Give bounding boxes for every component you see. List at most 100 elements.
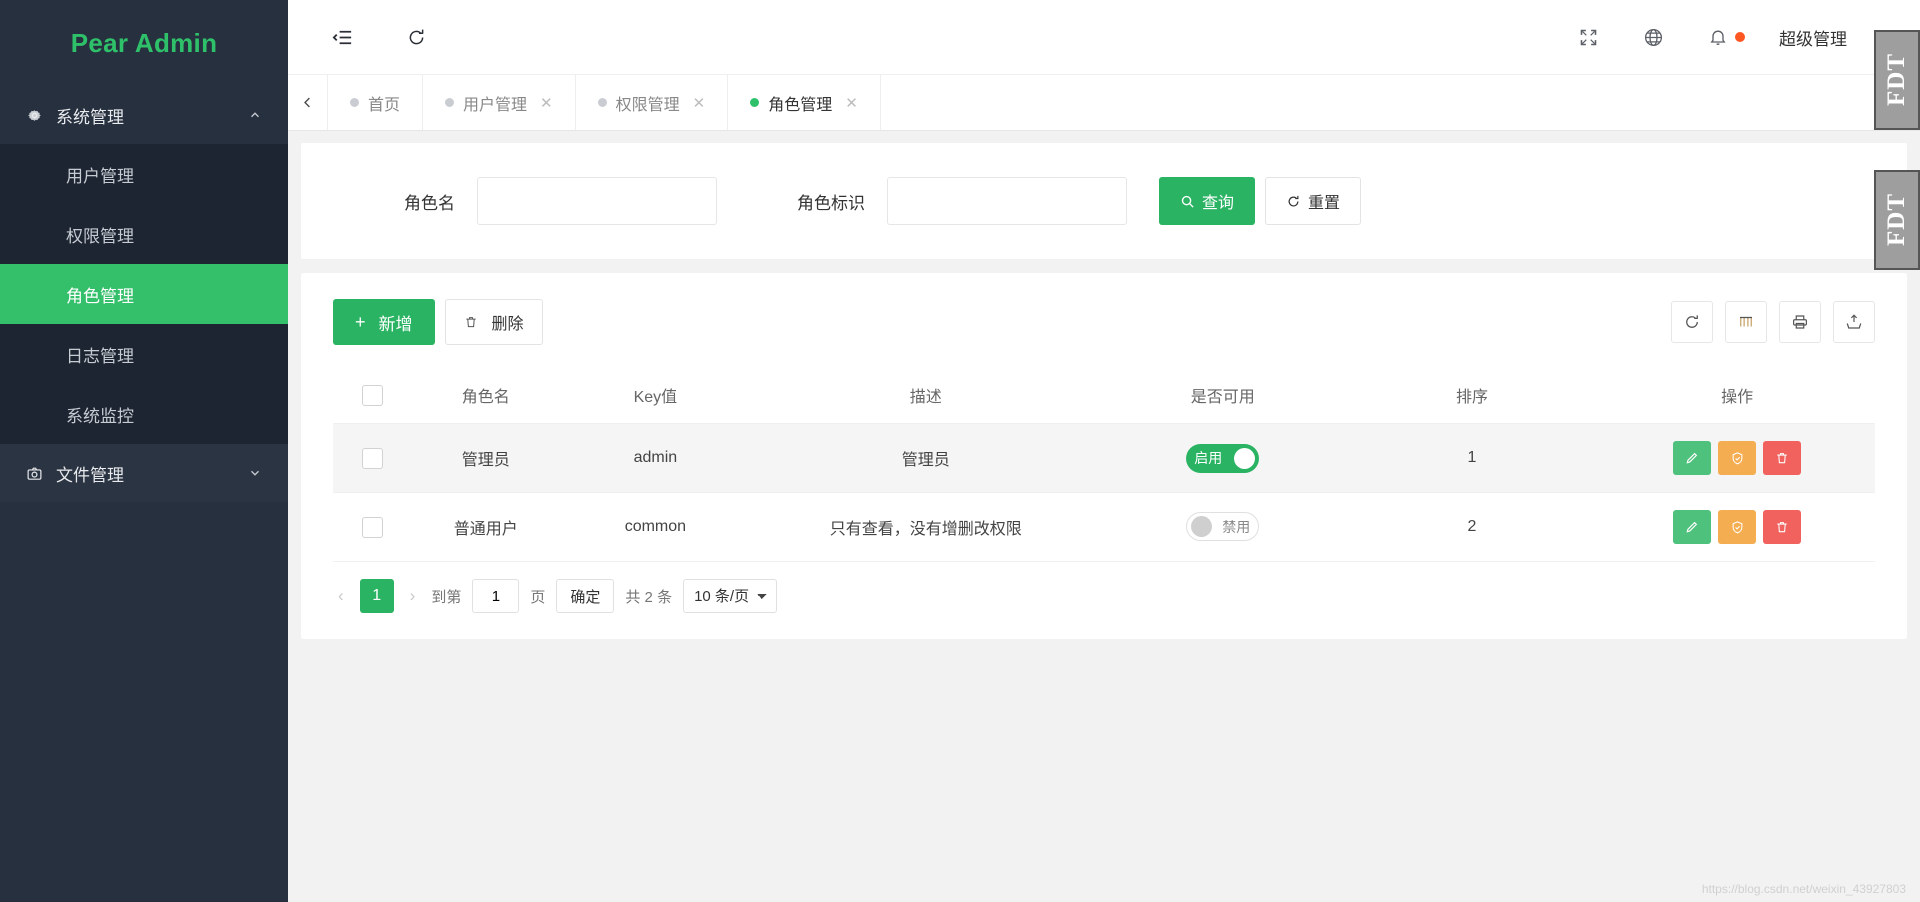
delete-button-label: 删除 <box>491 316 524 333</box>
menu-collapse-icon[interactable] <box>316 0 368 75</box>
plus-icon: + <box>355 311 366 332</box>
sidebar-item-role-management[interactable]: 角色管理 <box>0 264 288 324</box>
enable-toggle[interactable]: 禁用 <box>1186 512 1260 541</box>
total-count-label: 共 2 条 <box>625 588 673 606</box>
toggle-knob <box>1234 447 1256 469</box>
tab-close-icon[interactable]: ✕ <box>845 94 858 112</box>
cell-operations <box>1599 492 1875 562</box>
sidebar-group-label: 系统管理 <box>56 107 124 127</box>
content-area: 角色名 角色标识 查询 重置 + 新增 删除 角色名 Key值 描述 是否可用 … <box>288 131 1920 902</box>
table-row[interactable]: 普通用户 common 只有查看，没有增删改权限 禁用 2 <box>333 492 1875 562</box>
fullscreen-icon[interactable] <box>1556 0 1621 75</box>
trash-icon <box>1775 451 1789 465</box>
notification-badge-dot <box>1735 32 1745 42</box>
refresh-icon[interactable] <box>390 0 442 75</box>
tab-home[interactable]: 首页 <box>328 75 424 130</box>
tab-permission-management[interactable]: 权限管理 ✕ <box>576 75 729 130</box>
grant-button[interactable] <box>1718 510 1757 544</box>
delete-row-button[interactable] <box>1763 510 1802 544</box>
notification-button[interactable] <box>1686 0 1767 75</box>
search-button-label: 查询 <box>1202 195 1235 212</box>
camera-icon <box>26 465 56 482</box>
page-size-select[interactable]: 10 条/页20 条/页30 条/页40 条/页 <box>683 579 778 613</box>
column-settings-icon[interactable] <box>1725 301 1767 343</box>
goto-confirm-button[interactable]: 确定 <box>556 579 615 613</box>
watermark: https://blog.csdn.net/weixin_43927803 <box>1701 882 1906 896</box>
header-operations: 操作 <box>1599 367 1875 424</box>
tab-user-management[interactable]: 用户管理 ✕ <box>423 75 576 130</box>
pagination-next-button[interactable]: › <box>405 586 421 606</box>
add-button-label: 新增 <box>378 314 413 334</box>
user-menu[interactable]: 超级管理 <box>1767 25 1859 50</box>
reset-button-label: 重置 <box>1308 195 1341 212</box>
pencil-icon <box>1685 451 1699 465</box>
row-checkbox[interactable] <box>361 447 383 469</box>
table-tools <box>1671 301 1875 343</box>
sidebar-item-label: 权限管理 <box>66 226 134 246</box>
table-header-row: 角色名 Key值 描述 是否可用 排序 操作 <box>333 367 1875 424</box>
app-root: Pear Admin 系统管理 用户管理 权限管理 角色管理 日志管理 系统监控… <box>0 0 1920 902</box>
add-button[interactable]: + 新增 <box>333 299 435 345</box>
select-all-checkbox[interactable] <box>361 384 383 406</box>
tab-label: 权限管理 <box>615 96 680 114</box>
gear-icon <box>26 107 56 124</box>
sidebar-item-permission-management[interactable]: 权限管理 <box>0 204 288 264</box>
enable-toggle-label: 禁用 <box>1222 518 1251 535</box>
chevron-down-icon <box>248 466 262 480</box>
goto-prefix-label: 到第 <box>431 588 462 606</box>
edit-button[interactable] <box>1673 441 1712 475</box>
tab-status-dot <box>597 98 607 107</box>
sidebar-item-label: 用户管理 <box>66 166 134 186</box>
export-icon[interactable] <box>1833 301 1875 343</box>
cell-enabled: 禁用 <box>1100 492 1345 562</box>
search-button[interactable]: 查询 <box>1159 177 1256 225</box>
side-widget-fdt-2[interactable]: FDT <box>1874 170 1920 270</box>
row-checkbox[interactable] <box>361 516 383 538</box>
cell-key: common <box>559 492 751 562</box>
tab-status-dot <box>350 98 359 107</box>
sidebar-group-file[interactable]: 文件管理 <box>0 444 288 502</box>
enable-toggle[interactable]: 启用 <box>1186 443 1260 473</box>
sidebar-item-user-management[interactable]: 用户管理 <box>0 144 288 204</box>
tab-close-icon[interactable]: ✕ <box>693 94 706 112</box>
print-icon[interactable] <box>1779 301 1821 343</box>
grant-button[interactable] <box>1718 441 1757 475</box>
sidebar-submenu-system: 用户管理 权限管理 角色管理 日志管理 系统监控 <box>0 144 288 444</box>
reset-button[interactable]: 重置 <box>1265 177 1362 225</box>
role-name-input[interactable] <box>477 177 717 225</box>
sidebar-group-system[interactable]: 系统管理 <box>0 86 288 144</box>
tab-label: 首页 <box>368 96 401 114</box>
role-key-input[interactable] <box>887 177 1127 225</box>
tab-role-management[interactable]: 角色管理 ✕ <box>728 75 881 130</box>
tab-status-dot <box>445 98 455 107</box>
goto-page-input[interactable] <box>472 579 520 613</box>
header-key: Key值 <box>559 367 751 424</box>
tab-scroll-left-button[interactable] <box>288 75 328 130</box>
cell-sort: 1 <box>1344 423 1600 493</box>
table-head: 角色名 Key值 描述 是否可用 排序 操作 <box>333 367 1875 424</box>
table-row[interactable]: 管理员 admin 管理员 启用 1 <box>333 423 1875 493</box>
side-widget-fdt-1[interactable]: FDT <box>1874 30 1920 130</box>
pagination-prev-button[interactable]: ‹ <box>333 586 349 606</box>
sidebar-item-log-management[interactable]: 日志管理 <box>0 324 288 384</box>
refresh-icon[interactable] <box>1671 301 1713 343</box>
cell-description: 只有查看，没有增删改权限 <box>750 492 1101 562</box>
globe-icon[interactable] <box>1621 0 1686 75</box>
toggle-knob <box>1191 516 1213 537</box>
sidebar-item-label: 日志管理 <box>66 346 134 366</box>
chevron-up-icon <box>248 108 262 122</box>
table-body: 管理员 admin 管理员 启用 1 普通用户 common 只有查看，没有增删… <box>333 423 1875 562</box>
pagination-page-1[interactable]: 1 <box>359 579 394 613</box>
table-toolbar: + 新增 删除 <box>333 299 1875 345</box>
tab-close-icon[interactable]: ✕ <box>540 94 553 112</box>
refresh-icon <box>1286 194 1301 209</box>
brand-logo: Pear Admin <box>70 27 218 58</box>
trash-icon <box>464 315 478 329</box>
search-icon <box>1180 194 1195 209</box>
sidebar-item-system-monitor[interactable]: 系统监控 <box>0 384 288 444</box>
delete-row-button[interactable] <box>1763 441 1802 475</box>
delete-button[interactable]: 删除 <box>444 299 543 345</box>
role-name-label: 角色名 <box>404 193 455 213</box>
edit-button[interactable] <box>1673 510 1712 544</box>
header-enabled: 是否可用 <box>1100 367 1345 424</box>
